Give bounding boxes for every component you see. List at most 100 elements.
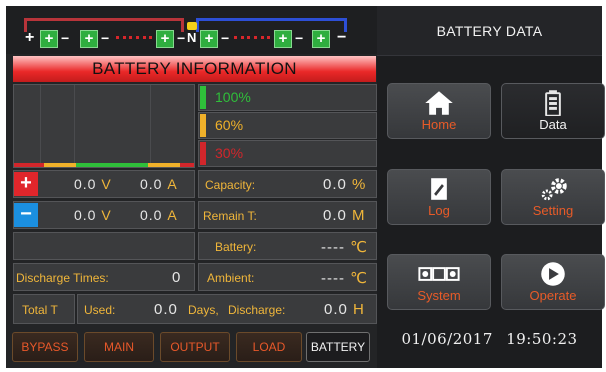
level-mark-red bbox=[200, 142, 206, 165]
level-30: 30% bbox=[198, 140, 377, 167]
current-unit: A bbox=[167, 207, 177, 223]
bar-baseline-amber bbox=[148, 163, 180, 167]
total-time-readout: Used: 0.0 Days, Discharge: 0.0 H bbox=[77, 294, 377, 324]
ups-screen: + + − + − + − N + − + − + − BATTERY INFO… bbox=[6, 6, 605, 368]
used-value: 0.0 bbox=[154, 301, 178, 318]
level-60: 60% bbox=[198, 112, 377, 139]
discharge-times-readout: Discharge Times: 0 bbox=[13, 263, 195, 291]
ambient-temperature-readout: Ambient: ---- ℃ bbox=[198, 263, 377, 291]
remain-time-value: 0.0 M bbox=[323, 207, 365, 224]
hours-unit: H bbox=[353, 301, 364, 318]
ambient-temperature-number: ---- bbox=[321, 270, 345, 287]
log-label: Log bbox=[428, 203, 450, 218]
cell-gap-dots bbox=[254, 36, 270, 39]
bar-divider bbox=[150, 85, 151, 167]
bar-baseline-red bbox=[14, 163, 44, 167]
negative-readout: − 0.0 V 0.0 A bbox=[13, 201, 195, 229]
battery-information-panel: + + − + − + − N + − + − + − BATTERY INFO… bbox=[6, 6, 377, 368]
negative-voltage: 0.0 V bbox=[74, 207, 111, 223]
system-icon bbox=[418, 267, 460, 281]
positive-current-value: 0.0 bbox=[140, 176, 163, 192]
remain-time-readout: Remain T: 0.0 M bbox=[198, 201, 377, 229]
discharge-hours-label: Discharge: bbox=[228, 303, 286, 317]
home-label: Home bbox=[421, 117, 457, 132]
discharge-hours-number: 0.0 bbox=[324, 301, 348, 318]
battery-cell: + bbox=[80, 30, 98, 48]
system-label: System bbox=[417, 288, 461, 303]
data-button[interactable]: Data bbox=[501, 83, 605, 139]
cell-gap-dots bbox=[136, 36, 152, 39]
battery-data-grid: 100% 60% 30% + 0.0 V 0.0 A Capacity: 0.0… bbox=[13, 84, 377, 326]
current-date: 01/06/2017 bbox=[401, 330, 493, 348]
level-label: 60% bbox=[215, 117, 244, 133]
battery-string-diagram: + + − + − + − N + − + − + − bbox=[6, 6, 377, 54]
cell-gap-dots bbox=[116, 36, 132, 39]
log-button[interactable]: Log bbox=[387, 169, 491, 225]
battery-icon bbox=[545, 90, 561, 116]
neutral-label: N bbox=[187, 30, 197, 45]
negative-voltage-value: 0.0 bbox=[74, 207, 97, 223]
voltage-unit: V bbox=[101, 207, 111, 223]
cell-negative-sign: − bbox=[221, 30, 230, 46]
gear-icon bbox=[541, 178, 567, 201]
navigation-panel: BATTERY DATA Home Data Log Setting Syste… bbox=[377, 6, 605, 368]
bar-baseline-green bbox=[76, 163, 148, 167]
discharge-times-value: 0 bbox=[172, 269, 182, 286]
battery-cell: + bbox=[156, 30, 174, 48]
discharge-hours-value: 0.0 H bbox=[324, 301, 364, 318]
home-button[interactable]: Home bbox=[387, 83, 491, 139]
current-unit: A bbox=[167, 176, 177, 192]
string-negative-terminal: − bbox=[337, 29, 347, 46]
string-positive-terminal: + bbox=[25, 29, 35, 46]
cell-negative-sign: − bbox=[61, 30, 70, 46]
operate-button[interactable]: Operate bbox=[501, 254, 605, 310]
bar-divider bbox=[74, 85, 75, 167]
negative-current: 0.0 A bbox=[140, 207, 177, 223]
level-label: 100% bbox=[215, 89, 251, 105]
positive-sign-icon: + bbox=[14, 172, 38, 196]
level-label: 30% bbox=[215, 145, 244, 161]
tab-bypass[interactable]: BYPASS bbox=[12, 332, 78, 362]
tab-main[interactable]: MAIN bbox=[84, 332, 154, 362]
ambient-temperature-value: ---- ℃ bbox=[321, 269, 367, 287]
section-tabs: BYPASS MAIN OUTPUT LOAD BATTERY bbox=[6, 326, 377, 368]
bar-baseline-amber bbox=[44, 163, 76, 167]
date-time-display: 01/06/2017 19:50:23 bbox=[377, 330, 602, 348]
tab-output[interactable]: OUTPUT bbox=[160, 332, 230, 362]
battery-cell: + bbox=[312, 30, 330, 48]
setting-button[interactable]: Setting bbox=[501, 169, 605, 225]
level-100: 100% bbox=[198, 84, 377, 111]
tab-load[interactable]: LOAD bbox=[236, 332, 302, 362]
capacity-unit: % bbox=[352, 176, 366, 193]
current-time: 19:50:23 bbox=[506, 330, 578, 348]
negative-wire bbox=[196, 18, 346, 21]
tab-battery[interactable]: BATTERY bbox=[306, 332, 370, 362]
negative-current-value: 0.0 bbox=[140, 207, 163, 223]
battery-temperature-readout: Battery: ---- ℃ bbox=[198, 232, 377, 260]
battery-temperature-label: Battery: bbox=[215, 240, 257, 254]
voltage-unit: V bbox=[101, 176, 111, 192]
system-button[interactable]: System bbox=[387, 254, 491, 310]
temperature-unit: ℃ bbox=[350, 239, 368, 256]
operate-label: Operate bbox=[529, 288, 577, 303]
temperature-unit: ℃ bbox=[350, 270, 368, 287]
remain-time-label: Remain T: bbox=[203, 209, 257, 223]
battery-level-bars bbox=[13, 84, 195, 168]
bar-baseline-red bbox=[180, 163, 194, 167]
remain-time-number: 0.0 bbox=[323, 207, 347, 224]
battery-cell: + bbox=[40, 30, 58, 48]
used-label: Used: bbox=[84, 303, 116, 317]
play-icon bbox=[541, 262, 565, 286]
positive-current: 0.0 A bbox=[140, 176, 177, 192]
total-time-label: Total T bbox=[22, 303, 58, 317]
negative-sign-icon: − bbox=[14, 203, 38, 227]
level-mark-green bbox=[200, 86, 206, 109]
positive-wire bbox=[24, 18, 184, 21]
log-icon bbox=[431, 178, 447, 200]
empty-cell bbox=[13, 232, 195, 260]
capacity-readout: Capacity: 0.0 % bbox=[198, 170, 377, 198]
positive-readout: + 0.0 V 0.0 A bbox=[13, 170, 195, 198]
battery-temperature-number: ---- bbox=[321, 239, 345, 256]
positive-voltage: 0.0 V bbox=[74, 176, 111, 192]
battery-cell: + bbox=[200, 30, 218, 48]
